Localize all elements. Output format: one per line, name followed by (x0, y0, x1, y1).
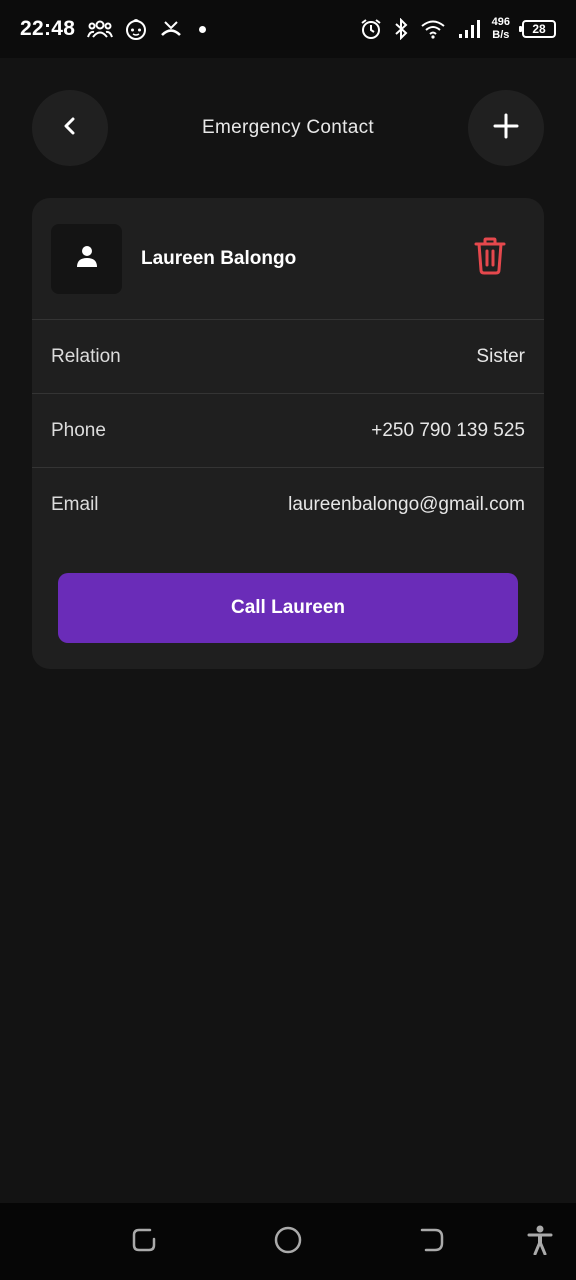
email-value[interactable]: laureenbalongo@gmail.com (288, 494, 525, 516)
group-icon (87, 19, 114, 39)
phone-value[interactable]: +250 790 139 525 (371, 420, 525, 442)
email-label: Email (51, 494, 99, 515)
relation-label: Relation (51, 345, 121, 367)
add-contact-button[interactable] (467, 90, 544, 166)
recents-icon (131, 1227, 157, 1258)
back-nav-button[interactable] (417, 1227, 447, 1257)
header: Emergency Contact (32, 90, 544, 166)
contact-name: Laureen Balongo (141, 247, 297, 269)
wifi-icon (420, 19, 446, 39)
person-icon (75, 244, 99, 273)
relation-row: Relation Sister (32, 320, 544, 394)
net-speed: 496 B/s (492, 16, 510, 42)
status-right: 496 B/s 28 (360, 16, 556, 42)
face-icon (125, 18, 147, 40)
net-speed-value: 496 (491, 16, 510, 28)
accessibility-button[interactable] (525, 1225, 555, 1260)
status-left: 22:48 (20, 17, 207, 41)
navigation-bar (0, 1203, 576, 1280)
dot-icon (199, 25, 207, 33)
relation-value: Sister (476, 345, 525, 367)
phone-label: Phone (51, 419, 106, 441)
missed-call-icon (159, 19, 183, 39)
battery-level: 28 (532, 22, 546, 36)
plus-icon (493, 113, 519, 144)
email-row: Email laureenbalongo@gmail.com (32, 468, 544, 542)
trash-icon (474, 237, 506, 280)
accessibility-icon (527, 1225, 553, 1260)
back-icon (419, 1227, 445, 1258)
net-speed-unit: B/s (492, 29, 510, 41)
alarm-icon (360, 18, 382, 40)
phone-row: Phone +250 790 139 525 (32, 394, 544, 468)
contact-card: Laureen Balongo Relation Sister Phone +2… (32, 198, 544, 669)
call-button[interactable]: Call Laureen (58, 573, 518, 643)
back-button[interactable] (32, 90, 108, 166)
status-bar: 22:48 496 B/s 28 (0, 0, 576, 58)
page-title: Emergency Contact (202, 117, 374, 138)
chevron-left-icon (60, 116, 80, 141)
home-button[interactable] (273, 1226, 303, 1259)
delete-contact-button[interactable] (460, 229, 520, 289)
status-time: 22:48 (20, 17, 76, 40)
contact-header-row: Laureen Balongo (32, 198, 544, 320)
battery-icon: 28 (519, 20, 556, 38)
avatar (51, 223, 122, 294)
bluetooth-icon (394, 18, 408, 40)
signal-icon (458, 19, 480, 39)
home-icon (274, 1226, 302, 1259)
recents-button[interactable] (129, 1227, 159, 1257)
